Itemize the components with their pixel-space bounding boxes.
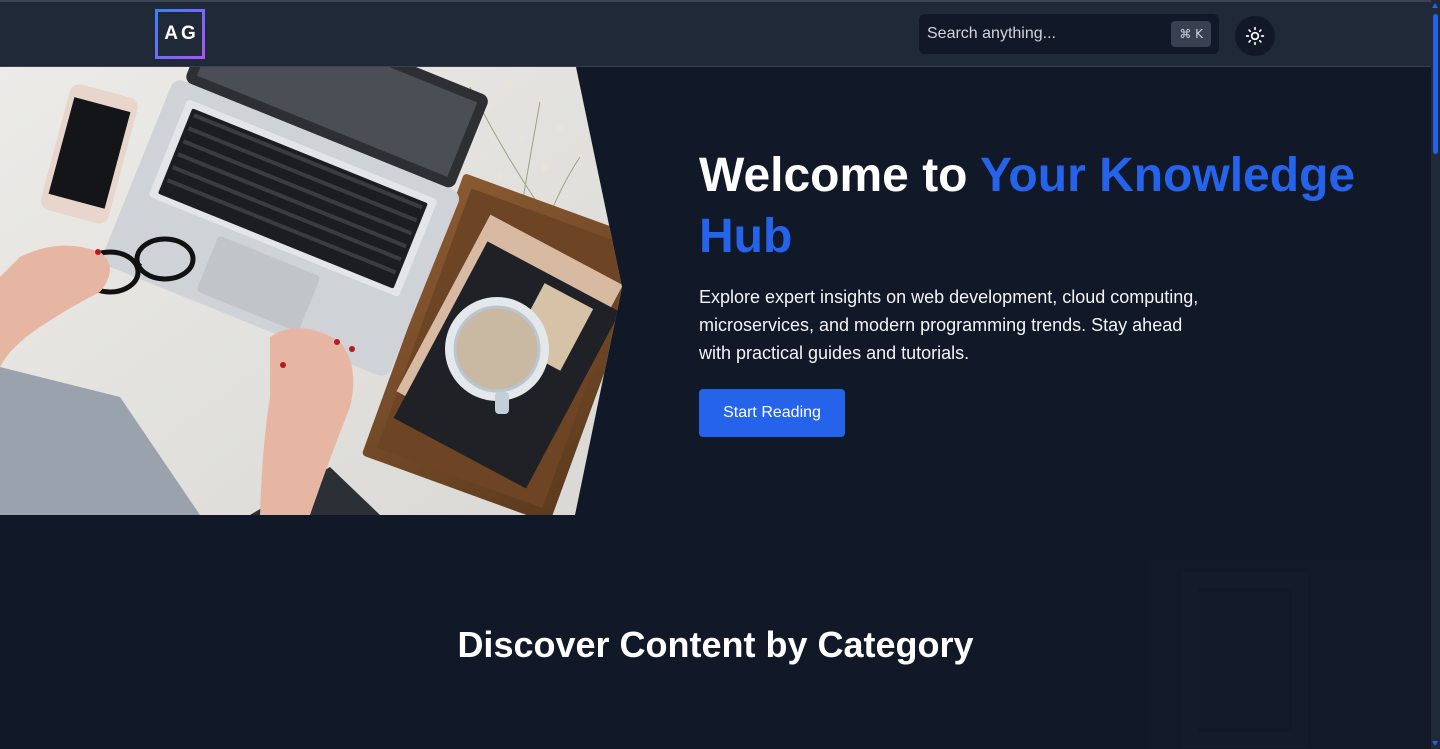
search-input[interactable] xyxy=(927,25,1172,43)
start-reading-button[interactable]: Start Reading xyxy=(699,389,845,437)
category-section-title: Discover Content by Category xyxy=(457,624,974,665)
scroll-up-arrow-icon[interactable] xyxy=(1432,3,1438,8)
hero-title-prefix: Welcome to xyxy=(699,149,980,202)
hero-description: Explore expert insights on web developme… xyxy=(699,287,1199,363)
top-navbar: AG ⌘ K xyxy=(0,0,1431,67)
scroll-down-arrow-icon[interactable] xyxy=(1432,741,1438,746)
hero-image xyxy=(0,67,622,515)
sun-icon xyxy=(1245,26,1265,46)
theme-toggle-button[interactable] xyxy=(1235,16,1275,56)
scrollbar-thumb[interactable] xyxy=(1433,14,1438,154)
page-scrollbar[interactable] xyxy=(1431,0,1440,749)
site-logo[interactable]: AG xyxy=(155,9,205,59)
search-bar[interactable]: ⌘ K xyxy=(919,14,1219,54)
hero-title: Welcome to Your Knowledge Hub xyxy=(699,145,1399,267)
search-shortcut-badge: ⌘ K xyxy=(1171,21,1211,47)
